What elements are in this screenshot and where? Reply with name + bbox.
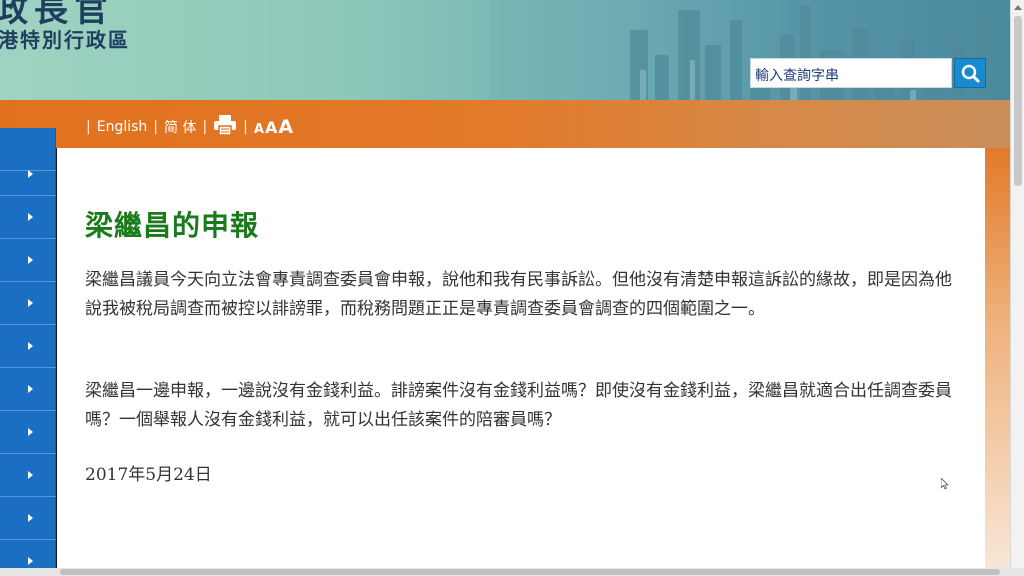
chevron-right-icon — [28, 342, 33, 350]
print-button[interactable] — [213, 114, 237, 140]
sidebar-item[interactable] — [0, 196, 56, 239]
chevron-right-icon — [28, 471, 33, 479]
scroll-up-icon[interactable] — [1014, 5, 1022, 10]
mouse-cursor-icon — [941, 478, 949, 490]
english-link[interactable]: English — [97, 119, 148, 135]
search-input[interactable]: 輸入查詢字串 — [750, 58, 952, 88]
right-decor-strip — [985, 148, 1010, 568]
article-paragraph-2: 梁繼昌一邊申報，一邊說沒有金錢利益。誹謗案件沒有金錢利益嗎？即使沒有金錢利益，梁… — [85, 381, 952, 430]
chevron-right-icon — [28, 385, 33, 393]
horizontal-scrollbar[interactable] — [0, 568, 1024, 576]
article-panel: 梁繼昌的申報 梁繼昌議員今天向立法會專責調查委員會申報，說他和我有民事訴訟。但他… — [57, 148, 985, 568]
chevron-right-icon — [28, 213, 33, 221]
print-icon — [214, 115, 237, 136]
sidebar-item[interactable] — [0, 411, 56, 454]
chevron-right-icon — [28, 170, 33, 178]
horizontal-scroll-thumb[interactable] — [60, 569, 1000, 575]
font-size-controls: A A A — [254, 116, 293, 138]
chevron-right-icon — [28, 256, 33, 264]
article-paragraph-1: 梁繼昌議員今天向立法會專責調查委員會申報，說他和我有民事訴訟。但他沒有清楚申報這… — [85, 270, 952, 319]
separator: | — [243, 119, 248, 135]
sidebar-item[interactable] — [0, 239, 56, 282]
search-button[interactable] — [954, 58, 986, 88]
language-bar: | English | 简 体 | | A A A — [86, 114, 293, 140]
separator: | — [86, 119, 91, 135]
sidebar-item[interactable] — [0, 325, 56, 368]
sidebar-item[interactable] — [0, 282, 56, 325]
separator: | — [153, 119, 158, 135]
simplified-chinese-link[interactable]: 简 体 — [164, 117, 196, 137]
chevron-right-icon — [28, 428, 33, 436]
vertical-scrollbar[interactable] — [1010, 0, 1024, 568]
separator: | — [202, 119, 208, 135]
sidebar — [0, 128, 56, 576]
font-size-medium[interactable]: A — [265, 118, 277, 137]
gov-title-line2: 港特別行政區 — [0, 28, 130, 52]
sidebar-item[interactable] — [0, 454, 56, 497]
search-icon — [961, 64, 980, 83]
font-size-small[interactable]: A — [254, 122, 264, 137]
chevron-right-icon — [28, 557, 33, 565]
sidebar-item[interactable] — [0, 497, 56, 540]
vertical-scroll-thumb[interactable] — [1014, 16, 1022, 186]
page-title: 梁繼昌的申報 — [85, 209, 260, 242]
chevron-right-icon — [28, 514, 33, 522]
sidebar-item[interactable] — [0, 368, 56, 411]
article-date: 2017年5月24日 — [85, 465, 212, 485]
font-size-large[interactable]: A — [278, 116, 293, 138]
sidebar-item[interactable] — [0, 153, 56, 196]
chevron-right-icon — [28, 299, 33, 307]
